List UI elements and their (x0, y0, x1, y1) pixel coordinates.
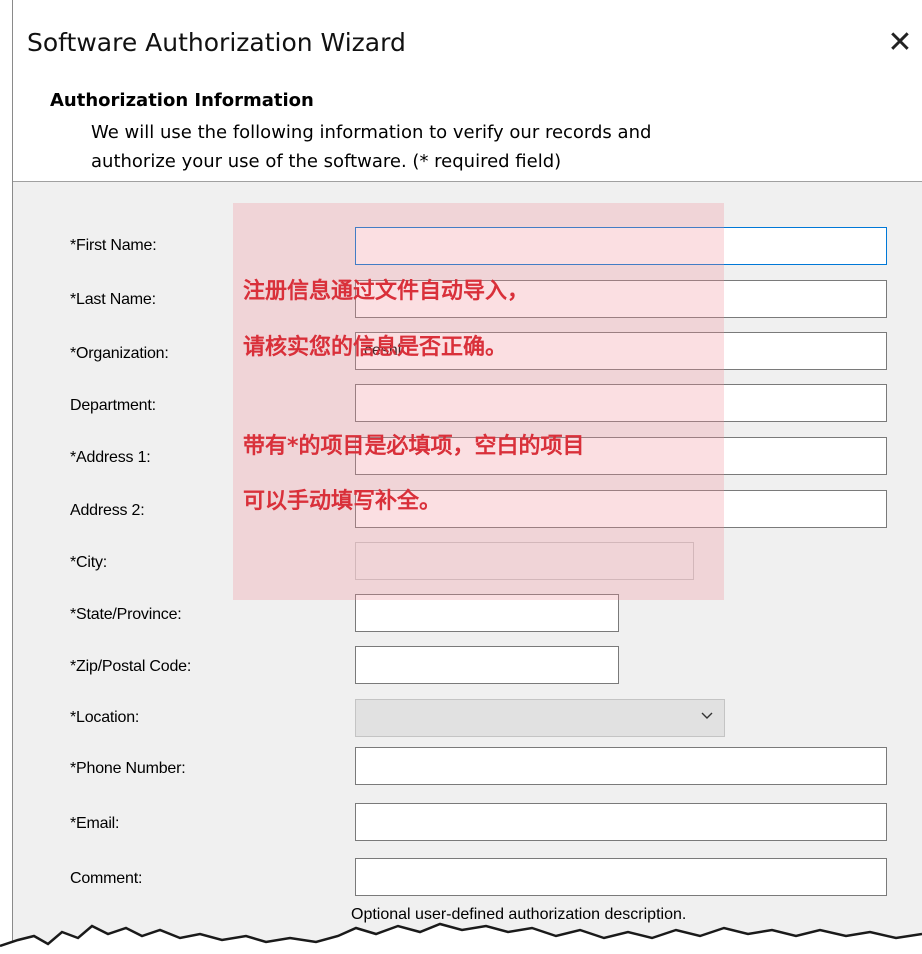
page-title: Authorization Information (50, 90, 314, 111)
organization-label: *Organization: (70, 345, 169, 362)
window-title: Software Authorization Wizard (27, 28, 406, 57)
phone-label: *Phone Number: (70, 760, 186, 777)
state-label: *State/Province: (70, 606, 182, 623)
annotation-overlay: 注册信息通过文件自动导入， 请核实您的信息是否正确。 带有*的项目是必填项，空白… (233, 203, 724, 600)
wizard-header: Authorization Information We will use th… (13, 84, 922, 182)
comment-input[interactable] (364, 865, 878, 889)
email-input[interactable] (364, 810, 878, 834)
location-label: *Location: (70, 709, 140, 726)
comment-label: Comment: (70, 870, 143, 887)
authorization-wizard-window: Software Authorization Wizard ✕ Authoriz… (12, 0, 922, 954)
zip-field[interactable] (355, 646, 619, 684)
close-button[interactable]: ✕ (877, 20, 922, 66)
department-label: Department: (70, 397, 156, 414)
last-name-label: *Last Name: (70, 291, 156, 308)
zip-input[interactable] (364, 653, 610, 677)
location-dropdown[interactable] (355, 699, 725, 737)
annotation-line-2: 请核实您的信息是否正确。 (243, 335, 508, 360)
phone-input[interactable] (364, 754, 878, 778)
title-bar: Software Authorization Wizard ✕ (13, 0, 922, 84)
city-label: *City: (70, 554, 108, 571)
annotation-line-3: 带有*的项目是必填项，空白的项目 (243, 434, 585, 459)
zip-label: *Zip/Postal Code: (70, 658, 192, 675)
annotation-line-1: 注册信息通过文件自动导入， (243, 279, 530, 304)
email-label: *Email: (70, 815, 120, 832)
phone-field[interactable] (355, 747, 887, 785)
description-line-1: We will use the following information to… (91, 122, 652, 143)
comment-field[interactable] (355, 858, 887, 896)
chevron-down-icon (701, 712, 713, 719)
email-field[interactable] (355, 803, 887, 841)
address2-label: Address 2: (70, 502, 145, 519)
close-icon: ✕ (887, 25, 913, 60)
annotation-line-4: 可以手动填写补全。 (243, 489, 442, 514)
page-description: We will use the following information to… (91, 118, 871, 176)
address1-label: *Address 1: (70, 449, 151, 466)
first-name-label: *First Name: (70, 237, 157, 254)
torn-edge-decoration (0, 922, 922, 954)
state-input[interactable] (364, 601, 610, 625)
description-line-2: authorize your use of the software. (* r… (91, 151, 562, 172)
